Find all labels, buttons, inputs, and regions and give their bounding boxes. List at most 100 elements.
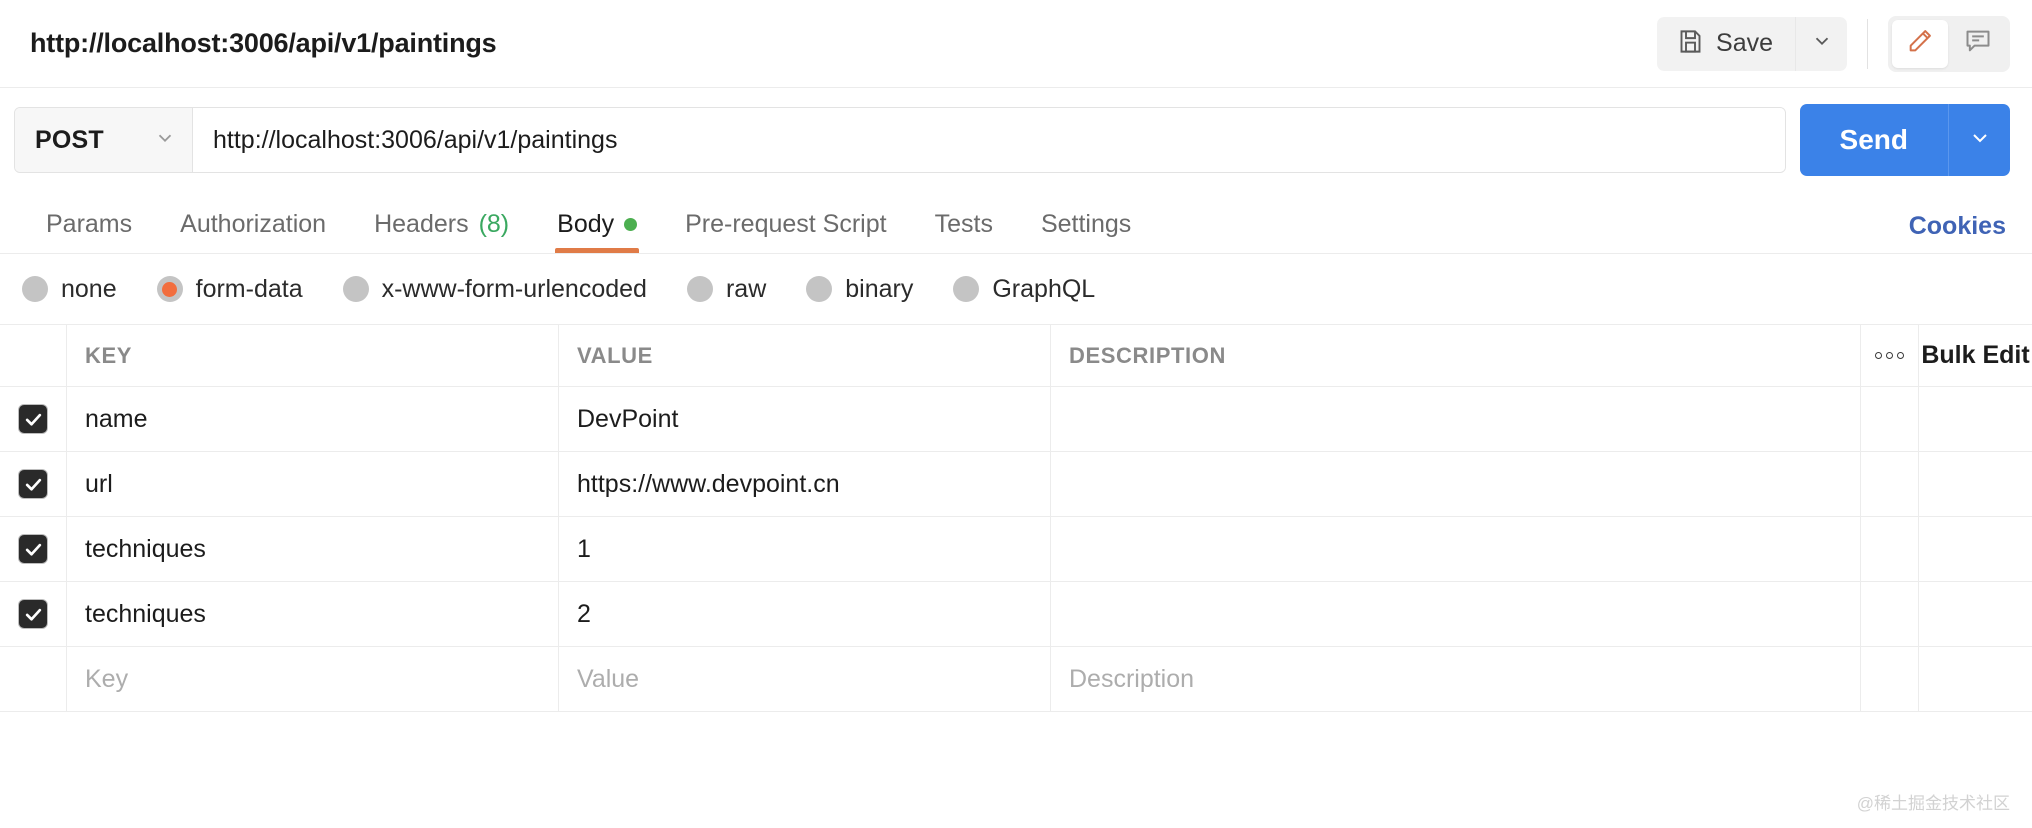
tab-label: Settings xyxy=(1040,210,1132,238)
row-checkbox[interactable] xyxy=(19,405,47,433)
save-button-group: Save xyxy=(1657,16,1847,71)
save-button-label: Save xyxy=(1716,29,1773,57)
header-value: VALUE xyxy=(559,325,1051,386)
send-button-group: Send xyxy=(1799,104,2010,176)
radio-label: none xyxy=(61,274,117,303)
comment-icon xyxy=(1964,27,1992,60)
row-spacer xyxy=(1861,582,1919,646)
radio-icon[interactable] xyxy=(342,276,369,302)
tab-label: Headers xyxy=(374,210,469,238)
row-description[interactable] xyxy=(1051,387,1861,451)
tab-headers[interactable]: Headers (8) xyxy=(350,192,533,253)
header-description: DESCRIPTION xyxy=(1051,325,1861,386)
http-method-select[interactable]: POST xyxy=(15,108,193,172)
body-type-none[interactable]: none xyxy=(22,275,117,304)
row-description[interactable] xyxy=(1051,452,1861,516)
header-key: KEY xyxy=(67,325,559,386)
body-type-radio-group: none form-data x-www-form-urlencoded raw… xyxy=(0,254,2032,324)
new-row-checkbox-cell xyxy=(0,647,67,711)
tab-label: Tests xyxy=(934,210,993,238)
row-spacer-end xyxy=(1919,582,2032,646)
table-row[interactable]: techniques 2 xyxy=(0,582,2032,647)
send-button[interactable]: Send xyxy=(1799,104,1948,176)
row-checkbox-cell[interactable] xyxy=(0,452,67,516)
row-spacer xyxy=(1861,517,1919,581)
new-row-key-input[interactable]: Key xyxy=(67,647,559,711)
tab-tests[interactable]: Tests xyxy=(911,192,1017,253)
radio-label: x-www-form-urlencoded xyxy=(381,274,647,303)
radio-icon[interactable] xyxy=(686,276,713,302)
edit-mode-button[interactable] xyxy=(1892,19,1948,68)
radio-label: GraphQL xyxy=(992,274,1096,303)
url-bar-row: POST Send xyxy=(0,88,2032,192)
tab-label: Body xyxy=(557,210,615,238)
row-checkbox[interactable] xyxy=(19,535,47,563)
row-key[interactable]: techniques xyxy=(67,517,559,581)
cookies-link[interactable]: Cookies xyxy=(1909,212,2006,253)
request-title: http://localhost:3006/api/v1/paintings xyxy=(30,28,497,58)
tab-label: Pre-request Script xyxy=(685,210,887,238)
row-value[interactable]: 2 xyxy=(559,582,1051,646)
table-row[interactable]: url https://www.devpoint.cn xyxy=(0,452,2032,517)
radio-label: binary xyxy=(845,274,914,303)
row-description[interactable] xyxy=(1051,582,1861,646)
top-bar: http://localhost:3006/api/v1/paintings S… xyxy=(0,0,2032,88)
radio-icon[interactable] xyxy=(22,276,48,302)
row-checkbox[interactable] xyxy=(19,600,47,628)
header-checkbox-cell xyxy=(0,325,67,386)
tab-pre-request-script[interactable]: Pre-request Script xyxy=(661,192,910,253)
pencil-icon xyxy=(1906,27,1934,60)
ellipsis-icon xyxy=(1875,352,1904,359)
body-type-form-data[interactable]: form-data xyxy=(156,274,303,304)
comments-button[interactable] xyxy=(1950,20,2006,68)
table-header-row: KEY VALUE DESCRIPTION Bulk Edit xyxy=(0,325,2032,387)
body-type-graphql[interactable]: GraphQL xyxy=(953,275,1095,304)
chevron-down-icon xyxy=(1811,30,1833,57)
floppy-disk-icon xyxy=(1677,28,1704,60)
row-key[interactable]: name xyxy=(67,387,559,451)
tab-settings[interactable]: Settings xyxy=(1017,192,1155,253)
row-spacer-end xyxy=(1919,647,2032,711)
request-tabs-row: Params Authorization Headers (8) Body Pr… xyxy=(0,192,2032,254)
row-spacer xyxy=(1861,452,1919,516)
row-spacer-end xyxy=(1919,387,2032,451)
url-input[interactable] xyxy=(193,108,1785,172)
radio-icon[interactable] xyxy=(953,276,980,302)
chevron-down-icon xyxy=(1968,126,1992,155)
row-checkbox-cell[interactable] xyxy=(0,517,67,581)
tab-authorization[interactable]: Authorization xyxy=(156,192,350,253)
chevron-down-icon xyxy=(154,127,176,154)
row-key[interactable]: techniques xyxy=(67,582,559,646)
row-checkbox[interactable] xyxy=(19,470,47,498)
body-type-x-www-form-urlencoded[interactable]: x-www-form-urlencoded xyxy=(342,274,647,304)
radio-label: form-data xyxy=(195,274,303,303)
save-dropdown-button[interactable] xyxy=(1795,16,1847,71)
form-data-table: KEY VALUE DESCRIPTION Bulk Edit name Dev… xyxy=(0,324,2032,712)
table-row[interactable]: name DevPoint xyxy=(0,387,2032,452)
body-modified-dot-icon xyxy=(624,218,638,231)
row-value[interactable]: DevPoint xyxy=(559,387,1051,451)
row-value[interactable]: 1 xyxy=(559,517,1051,581)
row-value[interactable]: https://www.devpoint.cn xyxy=(559,452,1051,516)
radio-icon[interactable] xyxy=(156,276,183,302)
send-dropdown-button[interactable] xyxy=(1948,104,2010,176)
body-type-raw[interactable]: raw xyxy=(686,275,766,304)
bulk-edit-button[interactable]: Bulk Edit xyxy=(1919,325,2032,386)
new-row-value-input[interactable]: Value xyxy=(559,647,1051,711)
table-new-row[interactable]: Key Value Description xyxy=(0,647,2032,712)
row-spacer-end xyxy=(1919,452,2032,516)
table-row[interactable]: techniques 1 xyxy=(0,517,2032,582)
watermark: @稀土掘金技术社区 xyxy=(1856,794,2010,813)
tab-body[interactable]: Body xyxy=(533,192,661,253)
radio-icon[interactable] xyxy=(806,276,833,302)
table-options-button[interactable] xyxy=(1861,325,1919,386)
row-description[interactable] xyxy=(1051,517,1861,581)
row-checkbox-cell[interactable] xyxy=(0,387,67,451)
row-checkbox-cell[interactable] xyxy=(0,582,67,646)
new-row-description-input[interactable]: Description xyxy=(1051,647,1861,711)
row-spacer xyxy=(1861,647,1919,711)
body-type-binary[interactable]: binary xyxy=(806,275,913,304)
row-key[interactable]: url xyxy=(67,452,559,516)
save-button[interactable]: Save xyxy=(1657,16,1795,71)
tab-params[interactable]: Params xyxy=(22,192,156,253)
